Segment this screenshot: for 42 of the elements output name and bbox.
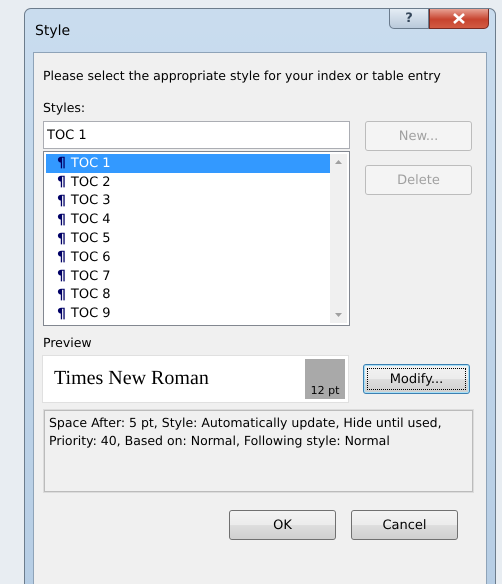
paragraph-icon: ¶ [57,230,66,247]
style-list-item[interactable]: ¶ TOC 5 [46,229,330,248]
style-list-item[interactable]: ¶ TOC 1 [46,154,330,173]
paragraph-icon: ¶ [57,174,66,190]
preview-label: Preview [43,334,93,352]
style-list-item[interactable]: ¶ TOC 7 [46,266,330,286]
cancel-button[interactable]: Cancel [351,510,458,540]
paragraph-icon: ¶ [57,306,66,322]
paragraph-icon: ¶ [57,155,66,172]
style-name: TOC 5 [70,231,111,246]
style-list-item[interactable]: ¶ TOC 6 [46,248,330,267]
style-list-item[interactable]: ¶ TOC 4 [46,210,330,230]
style-list-item[interactable]: ¶ TOC 2 [46,172,330,192]
style-name-field[interactable]: TOC 1 [43,121,350,149]
style-name: TOC 7 [70,268,111,284]
style-list-item[interactable]: ¶ TOC 9 [46,304,330,324]
style-name: TOC 2 [70,174,111,190]
scrollbar[interactable] [330,154,347,323]
style-name: TOC 9 [70,306,111,322]
help-button[interactable]: ? [389,9,429,29]
style-list-item[interactable]: ¶ TOC 8 [46,285,330,304]
preview-font-name: Times New Roman [46,359,305,399]
close-button[interactable] [429,9,489,29]
style-name: TOC 6 [70,250,111,265]
instruction-text: Please select the appropriate style for your index or table entry [43,67,442,85]
style-list-item[interactable]: ¶ TOC 3 [46,192,330,210]
styles-label: Styles: [43,99,86,117]
paragraph-icon: ¶ [57,286,66,303]
window-title: Style [35,23,70,39]
style-name: TOC 1 [70,156,111,171]
style-description: Space After: 5 pt, Style: Automatically update, Hide until used, Priority: 40, Based on: Normal, Following style: Normal [43,409,474,493]
paragraph-icon: ¶ [57,212,66,228]
style-name: TOC 4 [70,212,111,228]
modify-button[interactable]: Modify... [363,364,470,394]
preview-size: 12 pt [305,359,345,399]
ok-button[interactable]: OK [229,510,336,540]
style-name: TOC 3 [70,193,111,208]
paragraph-icon: ¶ [57,268,66,284]
paragraph-icon: ¶ [57,192,66,209]
style-name: TOC 8 [70,287,111,302]
paragraph-icon: ¶ [57,249,66,266]
close-icon [452,13,466,24]
